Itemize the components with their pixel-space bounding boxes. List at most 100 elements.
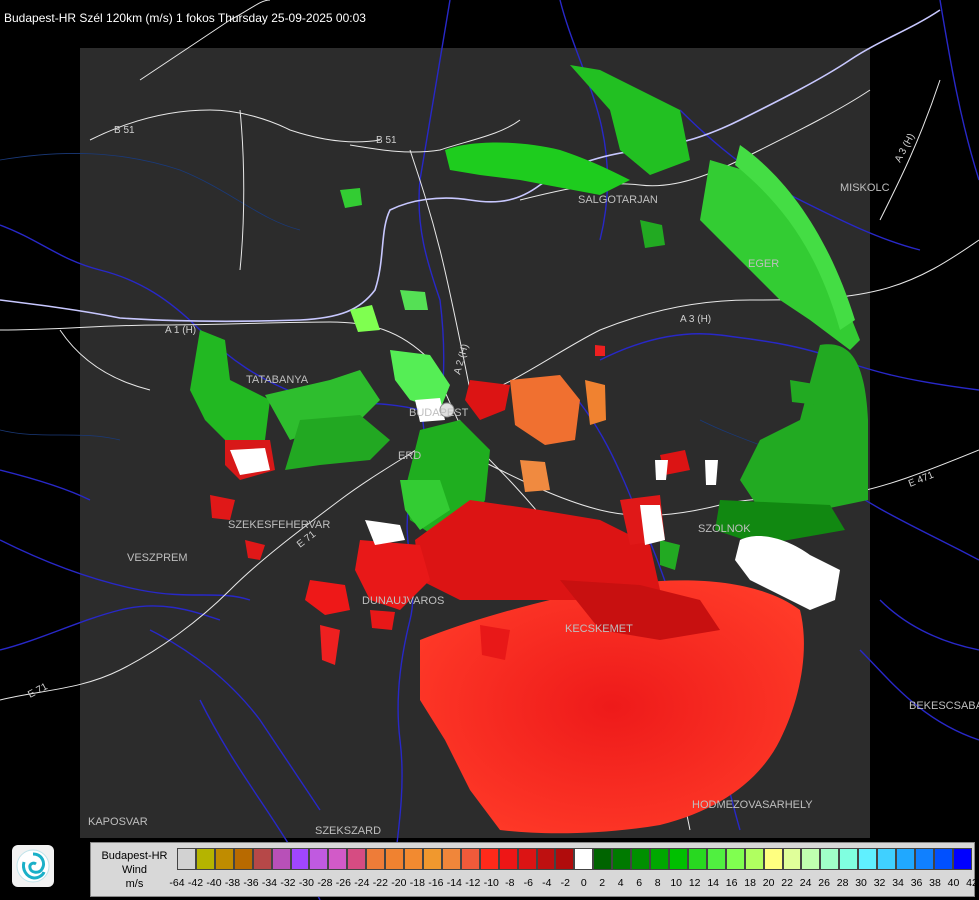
legend-swatch	[820, 848, 840, 870]
legend-tick-label: -6	[523, 877, 533, 889]
legend-tick-label: -16	[428, 877, 444, 889]
legend-tick-label: -4	[542, 877, 552, 889]
city-label-bekescsaba: BEKESCSABA	[909, 700, 979, 712]
legend-tick-label: -42	[187, 877, 204, 889]
legend-tick-label: 36	[910, 877, 923, 889]
legend-tick-label: 28	[836, 877, 849, 889]
legend-swatch	[744, 848, 764, 870]
color-legend: Budapest-HR Wind m/s -64 -42 -40 -38 -36 -34-…	[90, 842, 978, 897]
legend-tick-label: -28	[317, 877, 333, 889]
legend-tick-label: -24	[354, 877, 370, 889]
legend-tick-label: 10	[670, 877, 683, 889]
legend-swatch	[290, 848, 310, 870]
legend-tick-label: 38	[929, 877, 941, 889]
legend-tick-label: 0	[580, 877, 587, 889]
legend-ticks: -64 -42 -40 -38 -36 -34 -32 -30 -28 -26 -24 -22 -20-…	[169, 877, 977, 891]
legend-tick-label: 16	[725, 877, 738, 889]
legend-tick-label: 26	[818, 877, 830, 889]
legend-swatch	[271, 848, 291, 870]
legend-tick-label: -34	[261, 877, 278, 889]
legend-swatch	[914, 848, 934, 870]
legend-swatch	[460, 848, 480, 870]
legend-swatch	[404, 848, 423, 870]
legend-swatch	[536, 848, 556, 870]
legend-tick-label: -32	[280, 877, 296, 889]
legend-swatch	[517, 848, 537, 870]
city-label-erd: ERD	[398, 450, 421, 462]
legend-tick-label: 22	[781, 877, 793, 889]
legend-tick-label: 30	[855, 877, 867, 889]
legend-tick-label: -2	[560, 877, 570, 889]
legend-tick-label: 6	[636, 877, 643, 889]
service-logo	[12, 845, 54, 887]
city-label-szekszard: SZEKSZARD	[315, 825, 381, 837]
legend-tick-label: 12	[688, 877, 701, 889]
map-title: Budapest-HR Szél 120km (m/s) 1 fokos Thu…	[4, 11, 366, 25]
legend-tick-label: 4	[617, 877, 624, 889]
legend-tick-label: 42	[966, 877, 978, 889]
legend-swatch	[441, 848, 461, 870]
legend-swatch	[668, 848, 688, 870]
legend-tick-label: -12	[465, 877, 481, 889]
legend-swatch	[366, 848, 386, 870]
city-label-kaposvar: KAPOSVAR	[88, 816, 148, 828]
legend-swatch	[687, 848, 707, 870]
road-label-a1: A 1 (H)	[165, 325, 196, 336]
legend-swatch	[725, 848, 745, 870]
legend-tick-label: -18	[409, 877, 425, 889]
legend-swatch	[706, 848, 726, 870]
legend-swatches	[177, 848, 972, 870]
legend-tick-label: -40	[206, 877, 222, 889]
legend-swatch	[631, 848, 651, 870]
legend-tick-label: -22	[372, 877, 388, 889]
legend-swatch	[952, 848, 972, 870]
legend-tick-label: -36	[243, 877, 259, 889]
city-label-eger: EGER	[748, 258, 779, 270]
legend-tick-label: 40	[947, 877, 960, 889]
legend-tick-label: -10	[483, 877, 499, 889]
legend-swatch	[896, 848, 915, 870]
legend-swatch	[782, 848, 802, 870]
legend-swatch	[555, 848, 575, 870]
legend-title-quantity: Wind	[121, 863, 148, 876]
city-label-salgotarjan: SALGOTARJAN	[578, 194, 658, 206]
legend-tick-label: 14	[707, 877, 719, 889]
legend-swatch	[479, 848, 499, 870]
legend-swatch	[195, 848, 215, 870]
legend-swatch	[309, 848, 329, 870]
legend-tick-label: -64	[169, 877, 185, 889]
road-label-b51-east: B 51	[376, 135, 397, 146]
legend-swatch	[347, 848, 367, 870]
legend-title-unit: m/s	[125, 877, 144, 890]
legend-swatch	[177, 848, 196, 870]
legend-tick-label: 18	[744, 877, 756, 889]
city-label-szekesfehervar: SZEKESFEHERVAR	[228, 519, 330, 531]
legend-tick-label: -38	[224, 877, 241, 889]
legend-tick-label: -20	[391, 877, 407, 889]
legend-tick-label: -26	[335, 877, 351, 889]
legend-title-radar: Budapest-HR	[101, 849, 168, 862]
road-label-a3-east: A 3 (H)	[680, 314, 711, 325]
radar-map: SALGOTARJAN MISKOLC EGER TATABANYA BUDAP…	[0, 0, 979, 900]
legend-tick-label: 24	[799, 877, 812, 889]
road-label-b51-west: B 51	[114, 125, 135, 136]
legend-swatch	[839, 848, 859, 870]
city-label-budapest: BUDAPEST	[409, 407, 469, 419]
city-label-dunaujvaros: DUNAUJVAROS	[362, 595, 444, 607]
city-label-kecskemet: KECSKEMET	[565, 623, 633, 635]
legend-swatch	[252, 848, 272, 870]
legend-swatch	[858, 848, 878, 870]
swirl-logo-icon	[16, 849, 50, 883]
legend-swatch	[385, 848, 405, 870]
legend-swatch	[612, 848, 632, 870]
city-label-tatabanya: TATABANYA	[246, 374, 309, 386]
legend-swatch	[877, 848, 897, 870]
legend-swatch	[763, 848, 783, 870]
legend-tick-label: 8	[654, 877, 661, 889]
legend-tick-label: -8	[505, 877, 515, 889]
legend-swatch	[422, 848, 442, 870]
legend-swatch	[650, 848, 669, 870]
legend-tick-label: -30	[298, 877, 314, 889]
legend-swatch	[233, 848, 253, 870]
legend-swatch	[933, 848, 953, 870]
